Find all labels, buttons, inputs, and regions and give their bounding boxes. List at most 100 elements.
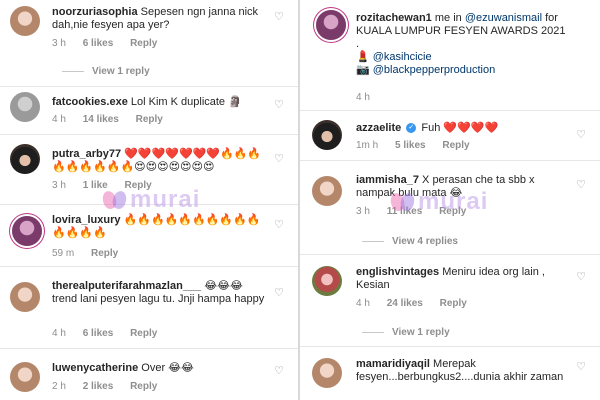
view-replies-button[interactable]: View 1 reply bbox=[362, 327, 450, 338]
caption-mention[interactable]: @ezuwanismail bbox=[465, 12, 542, 24]
avatar[interactable] bbox=[12, 216, 42, 246]
left-comments-panel: noorzuriasophia Sepesen ngn janna nick d… bbox=[0, 0, 298, 400]
caption-meta: 4 h bbox=[356, 92, 384, 103]
comment-username[interactable]: lovira_luxury bbox=[52, 214, 120, 226]
caption-username[interactable]: rozitachewan1 bbox=[356, 12, 432, 24]
reply-button[interactable]: Reply bbox=[91, 248, 118, 259]
heart-icon[interactable]: ♡ bbox=[274, 12, 284, 23]
avatar[interactable] bbox=[312, 176, 342, 206]
reply-button[interactable]: Reply bbox=[130, 328, 157, 339]
heart-icon[interactable]: ♡ bbox=[576, 130, 586, 141]
comment-body: lovira_luxury 🔥🔥🔥🔥🔥🔥🔥🔥🔥🔥🔥🔥🔥🔥 bbox=[52, 214, 262, 240]
comment-likes[interactable]: 11 likes bbox=[387, 206, 423, 217]
avatar[interactable] bbox=[312, 120, 342, 150]
view-replies-line bbox=[362, 240, 384, 242]
heart-icon[interactable]: ♡ bbox=[576, 272, 586, 283]
comment-likes[interactable]: 14 likes bbox=[83, 114, 119, 125]
avatar[interactable] bbox=[312, 266, 342, 296]
view-replies-line bbox=[362, 331, 384, 333]
comment-time: 59 m bbox=[52, 248, 75, 259]
reply-button[interactable]: Reply bbox=[440, 298, 467, 309]
comment-meta: 4 h 14 likes Reply bbox=[52, 114, 177, 125]
comment-time: 4 h bbox=[52, 328, 66, 339]
camera-icon: 📷 bbox=[356, 64, 370, 76]
comment-body: noorzuriasophia Sepesen ngn janna nick d… bbox=[52, 6, 262, 32]
comment-username[interactable]: luwenycatherine bbox=[52, 362, 138, 374]
comment-body: fatcookies.exe Lol Kim K duplicate 🗿 bbox=[52, 96, 272, 109]
reply-button[interactable]: Reply bbox=[130, 381, 157, 392]
murai-logo-icon bbox=[102, 190, 128, 210]
comment-body: putra_arby77 ❤️❤️❤️❤️❤️❤️❤️🔥🔥🔥🔥🔥🔥🔥🔥🔥😍😍😍😍… bbox=[52, 148, 262, 174]
heart-icon[interactable]: ♡ bbox=[274, 288, 284, 299]
reply-button[interactable]: Reply bbox=[439, 206, 466, 217]
reply-button[interactable]: Reply bbox=[136, 114, 163, 125]
divider bbox=[0, 204, 298, 205]
lipstick-icon: 💄 bbox=[356, 51, 370, 63]
comment-username[interactable]: fatcookies.exe bbox=[52, 96, 128, 108]
avatar[interactable] bbox=[316, 10, 346, 40]
heart-icon[interactable]: ♡ bbox=[274, 100, 284, 111]
view-replies-label: View 1 reply bbox=[92, 66, 150, 77]
comment-time: 1m h bbox=[356, 140, 379, 151]
comment-body: therealputerifarahmazlan___ 😂😂😂 trend la… bbox=[52, 280, 267, 306]
comment-body: englishvintages Meniru idea org lain , K… bbox=[356, 266, 571, 292]
comment-meta: 1m h 5 likes Reply bbox=[356, 140, 484, 151]
comment-username[interactable]: azzaelite bbox=[356, 122, 401, 134]
comment-username[interactable]: iammisha_7 bbox=[356, 174, 419, 186]
comment-likes[interactable]: 1 like bbox=[83, 180, 108, 191]
heart-icon[interactable]: ♡ bbox=[576, 362, 586, 373]
reply-button[interactable]: Reply bbox=[130, 38, 157, 49]
comment-time: 3 h bbox=[356, 206, 370, 217]
heart-icon[interactable]: ♡ bbox=[274, 220, 284, 231]
divider bbox=[300, 346, 600, 347]
avatar[interactable] bbox=[10, 92, 40, 122]
caption-text: me in bbox=[434, 12, 462, 24]
divider bbox=[300, 110, 600, 111]
comment-meta: 3 h 1 like Reply bbox=[52, 180, 166, 191]
divider bbox=[300, 254, 600, 255]
view-replies-button[interactable]: View 1 reply bbox=[62, 66, 150, 77]
comment-likes[interactable]: 6 likes bbox=[83, 328, 114, 339]
comment-time: 3 h bbox=[52, 180, 66, 191]
heart-icon[interactable]: ♡ bbox=[274, 366, 284, 377]
view-replies-button[interactable]: View 4 replies bbox=[362, 236, 458, 247]
avatar[interactable] bbox=[10, 282, 40, 312]
caption-mention[interactable]: @blackpepperproduction bbox=[373, 64, 495, 76]
heart-icon[interactable]: ♡ bbox=[274, 154, 284, 165]
comment-time: 4 h bbox=[52, 114, 66, 125]
avatar[interactable] bbox=[312, 358, 342, 388]
comment-likes[interactable]: 2 likes bbox=[83, 381, 114, 392]
caption-mention[interactable]: @kasihcicie bbox=[373, 51, 432, 63]
comment-meta: 59 m Reply bbox=[52, 248, 132, 259]
avatar[interactable] bbox=[10, 144, 40, 174]
comment-meta: 4 h 6 likes Reply bbox=[52, 328, 171, 339]
avatar[interactable] bbox=[10, 6, 40, 36]
comment-username[interactable]: putra_arby77 bbox=[52, 148, 121, 160]
reply-button[interactable]: Reply bbox=[442, 140, 469, 151]
comment-text: Over 😂😂 bbox=[141, 362, 194, 374]
comment-text: Lol Kim K duplicate 🗿 bbox=[130, 96, 242, 108]
comment-username[interactable]: therealputerifarahmazlan___ bbox=[52, 280, 201, 292]
comment-likes[interactable]: 6 likes bbox=[83, 38, 114, 49]
comment-meta: 3 h 11 likes Reply bbox=[356, 206, 480, 217]
comment-username[interactable]: noorzuriasophia bbox=[52, 6, 138, 18]
comment-time: 2 h bbox=[52, 381, 66, 392]
view-replies-line bbox=[62, 70, 84, 72]
right-comments-panel: rozitachewan1 me in @ezuwanismail for KU… bbox=[300, 0, 600, 400]
comment-username[interactable]: mamaridiyaqil bbox=[356, 358, 430, 370]
comment-meta: 3 h 6 likes Reply bbox=[52, 38, 171, 49]
comment-body: iammisha_7 X perasan che ta sbb x nampak… bbox=[356, 174, 571, 200]
divider bbox=[0, 266, 298, 267]
avatar[interactable] bbox=[10, 362, 40, 392]
divider bbox=[0, 86, 298, 87]
divider bbox=[0, 134, 298, 135]
heart-icon[interactable]: ♡ bbox=[576, 180, 586, 191]
caption-body: rozitachewan1 me in @ezuwanismail for KU… bbox=[356, 12, 588, 77]
divider bbox=[300, 160, 600, 161]
comment-likes[interactable]: 24 likes bbox=[387, 298, 423, 309]
divider bbox=[0, 348, 298, 349]
comment-username[interactable]: englishvintages bbox=[356, 266, 439, 278]
reply-button[interactable]: Reply bbox=[125, 180, 152, 191]
comment-likes[interactable]: 5 likes bbox=[395, 140, 426, 151]
verified-badge-icon: ✓ bbox=[406, 123, 417, 134]
